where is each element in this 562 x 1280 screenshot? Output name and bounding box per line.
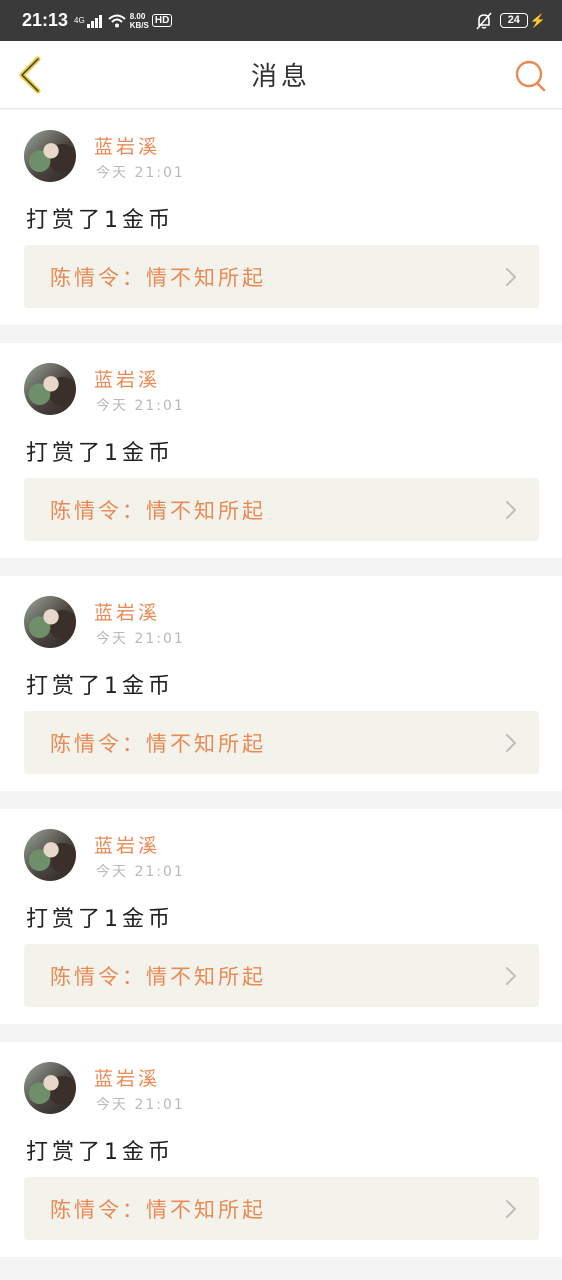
- message-text: 打赏了1金币: [26, 208, 174, 233]
- chevron-right-icon: [506, 501, 516, 519]
- linked-work-title: 陈情令：情不知所起: [50, 265, 266, 290]
- avatar[interactable]: [24, 363, 76, 415]
- message-text: 打赏了1金币: [26, 907, 174, 932]
- message-card: 蓝岩溪 今天 21:01 打赏了1金币 陈情令：情不知所起: [0, 343, 562, 558]
- message-text: 打赏了1金币: [26, 1140, 174, 1165]
- linked-work-title: 陈情令：情不知所起: [50, 1197, 266, 1222]
- timestamp: 今天 21:01: [96, 631, 185, 647]
- username[interactable]: 蓝岩溪: [94, 365, 160, 392]
- chevron-right-icon: [506, 734, 516, 752]
- linked-work[interactable]: 陈情令：情不知所起: [24, 1177, 539, 1240]
- username[interactable]: 蓝岩溪: [94, 831, 160, 858]
- message-card: 蓝岩溪 今天 21:01 打赏了1金币 陈情令：情不知所起: [0, 576, 562, 791]
- signal-icon: [86, 14, 102, 28]
- username[interactable]: 蓝岩溪: [94, 1064, 160, 1091]
- search-icon[interactable]: [514, 59, 548, 93]
- linked-work[interactable]: 陈情令：情不知所起: [24, 711, 539, 774]
- avatar[interactable]: [24, 130, 76, 182]
- linked-work[interactable]: 陈情令：情不知所起: [24, 245, 539, 308]
- avatar[interactable]: [24, 596, 76, 648]
- username[interactable]: 蓝岩溪: [94, 598, 160, 625]
- message-list: 蓝岩溪 今天 21:01 打赏了1金币 陈情令：情不知所起 蓝岩溪 今天 21:…: [0, 110, 562, 1275]
- page-title: 消息: [250, 62, 311, 92]
- message-card: 蓝岩溪 今天 21:01 打赏了1金币 陈情令：情不知所起: [0, 110, 562, 325]
- linked-work[interactable]: 陈情令：情不知所起: [24, 478, 539, 541]
- chevron-right-icon: [506, 967, 516, 985]
- avatar[interactable]: [24, 1062, 76, 1114]
- username[interactable]: 蓝岩溪: [94, 132, 160, 159]
- message-card: 蓝岩溪 今天 21:01 打赏了1金币 陈情令：情不知所起: [0, 1042, 562, 1257]
- timestamp: 今天 21:01: [96, 1097, 185, 1113]
- timestamp: 今天 21:01: [96, 864, 185, 880]
- hd-badge: HD: [151, 14, 173, 27]
- battery-level: 24: [499, 13, 528, 28]
- status-right: 24 ⚡: [476, 11, 546, 30]
- status-bar: 21:13 4G 8.00 KB/S HD 24 ⚡: [0, 0, 562, 41]
- chevron-right-icon: [506, 268, 516, 286]
- back-button[interactable]: [14, 55, 46, 95]
- message-text: 打赏了1金币: [26, 674, 174, 699]
- linked-work-title: 陈情令：情不知所起: [50, 964, 266, 989]
- wifi-icon: [108, 14, 126, 27]
- battery-indicator: 24 ⚡: [499, 12, 546, 29]
- avatar[interactable]: [24, 829, 76, 881]
- linked-work[interactable]: 陈情令：情不知所起: [24, 944, 539, 1007]
- message-text: 打赏了1金币: [26, 441, 174, 466]
- network-type: 4G: [74, 15, 85, 25]
- timestamp: 今天 21:01: [96, 165, 185, 181]
- mute-bell-icon: [476, 11, 492, 30]
- nav-bar: 消息: [0, 41, 562, 109]
- linked-work-title: 陈情令：情不知所起: [50, 498, 266, 523]
- speed-value: 8.00: [129, 11, 146, 21]
- network-speed: 8.00 KB/S: [130, 12, 149, 30]
- linked-work-title: 陈情令：情不知所起: [50, 731, 266, 756]
- charging-icon: ⚡: [529, 12, 546, 28]
- timestamp: 今天 21:01: [96, 398, 185, 414]
- message-card: 蓝岩溪 今天 21:01 打赏了1金币 陈情令：情不知所起: [0, 809, 562, 1024]
- chevron-right-icon: [506, 1200, 516, 1218]
- speed-unit: KB/S: [129, 20, 149, 30]
- status-time: 21:13: [22, 10, 69, 30]
